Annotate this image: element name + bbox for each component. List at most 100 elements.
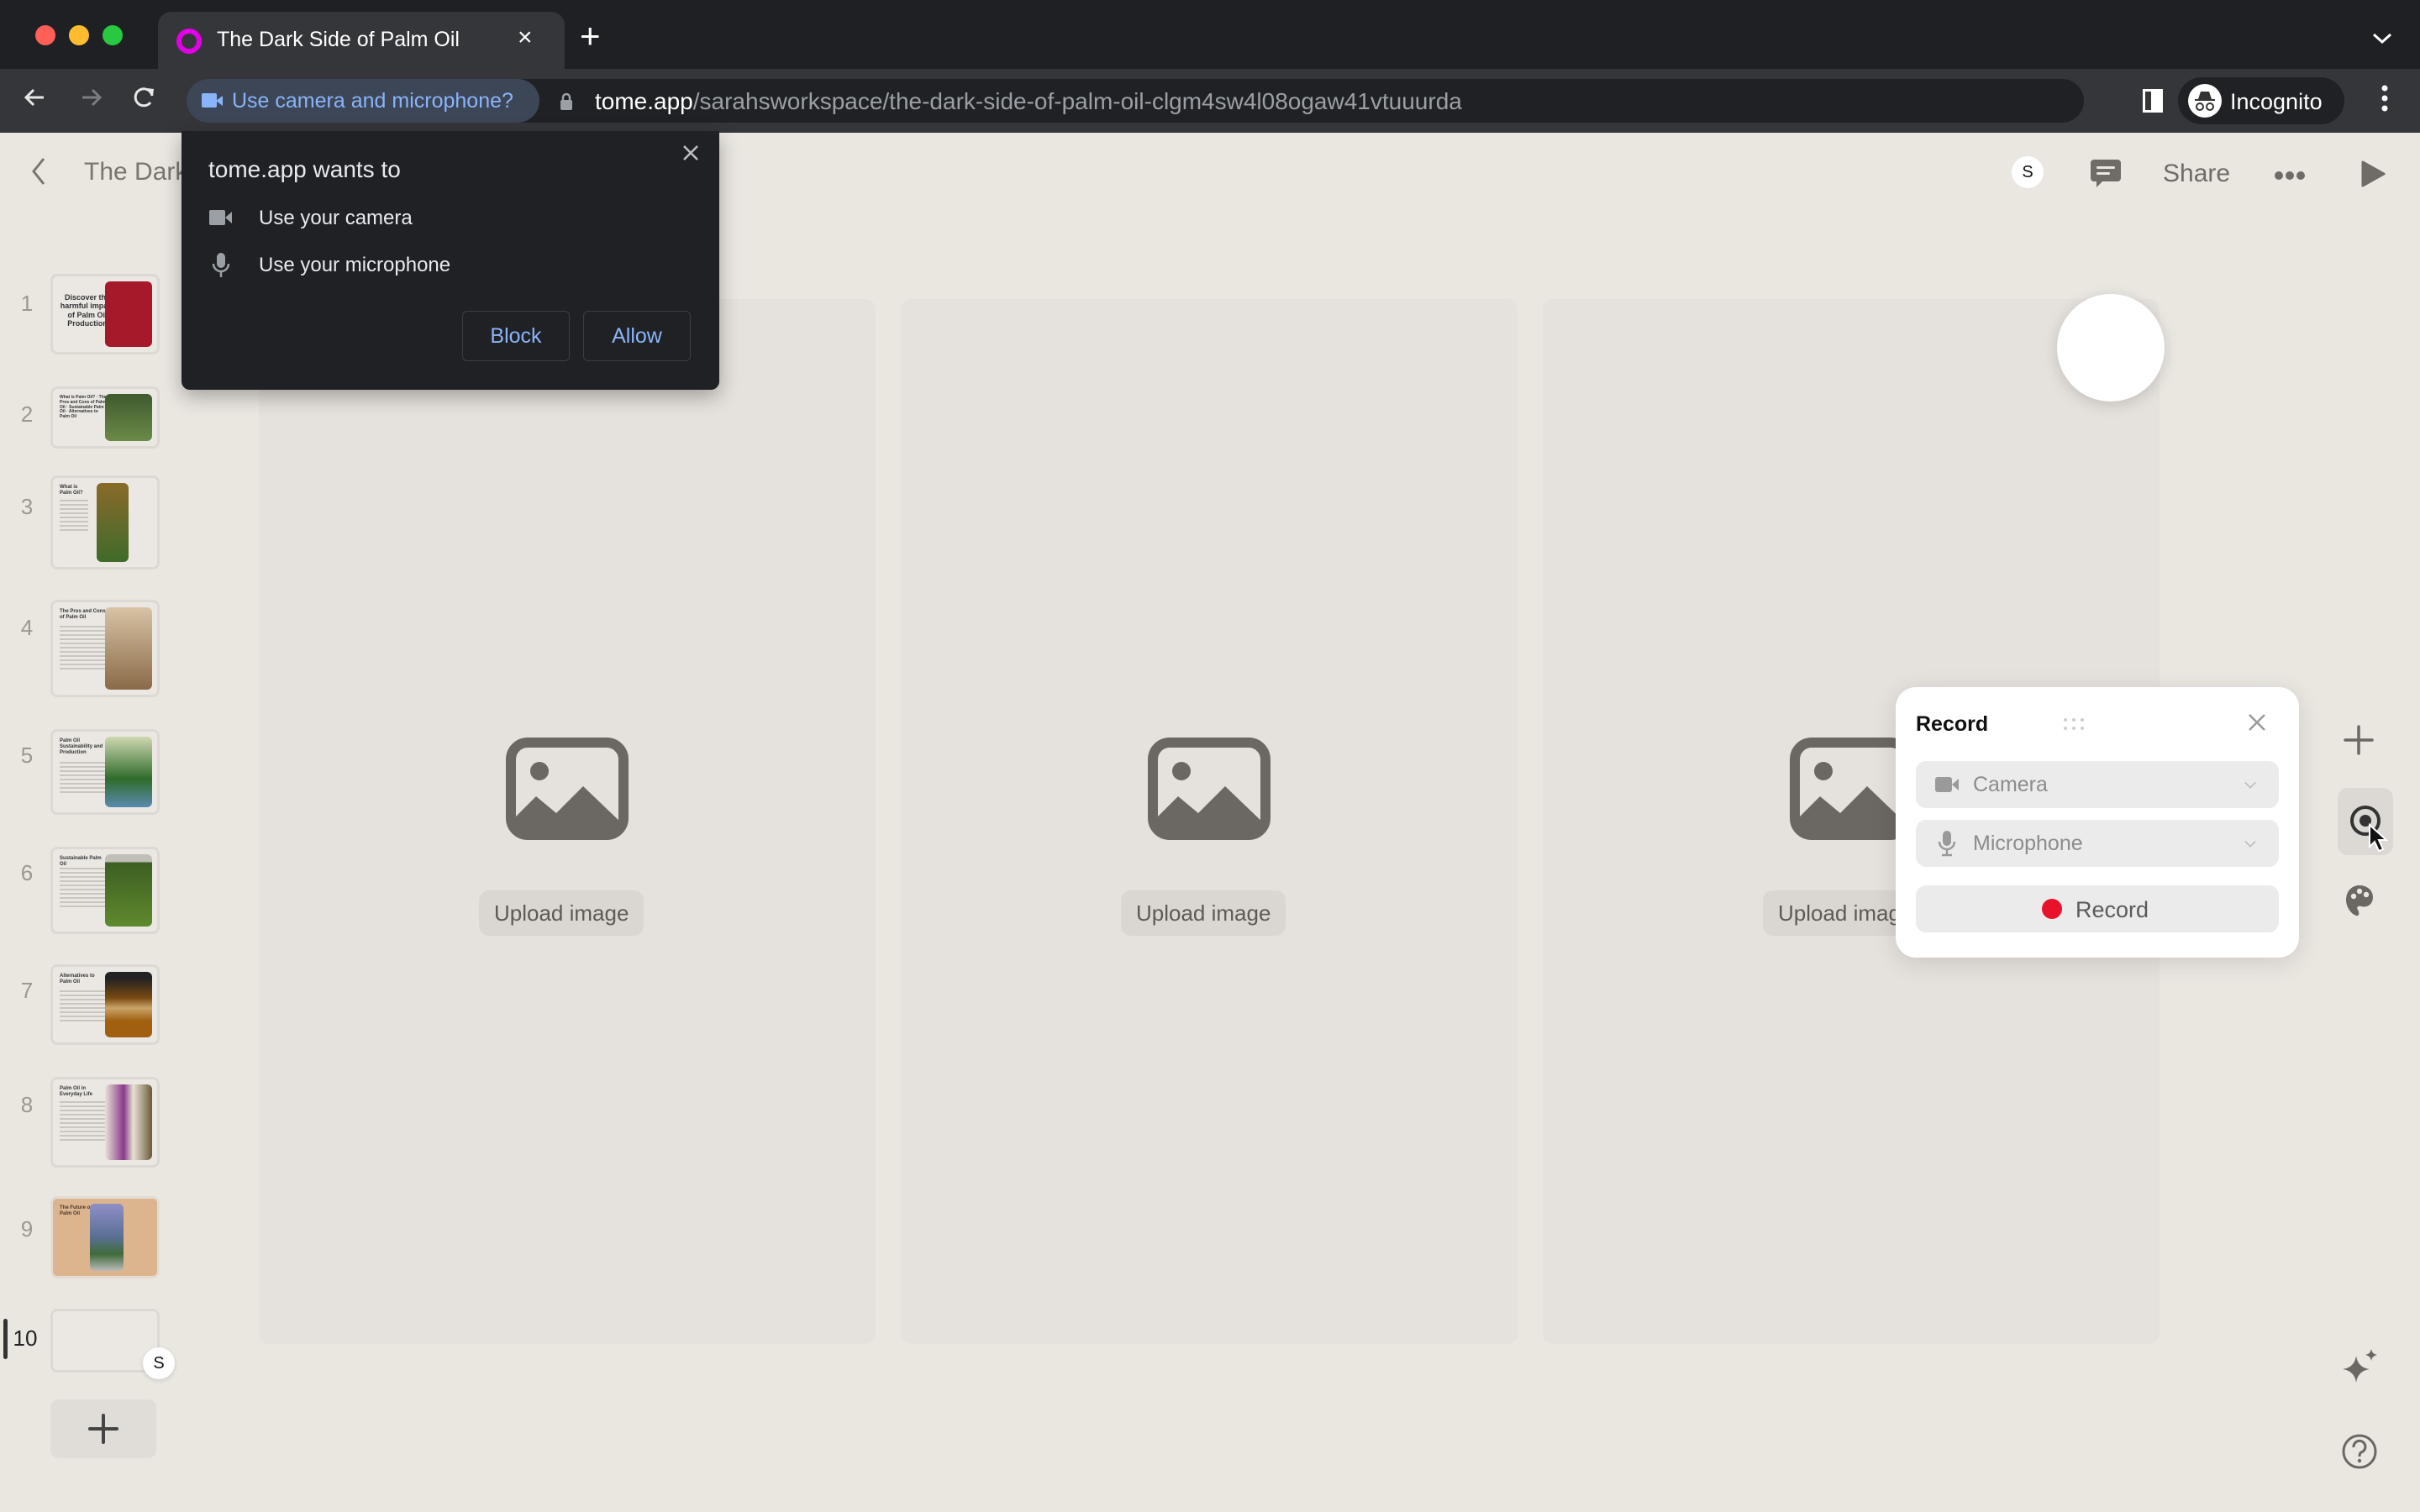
url-host: tome.app	[595, 88, 693, 114]
microphone-icon	[1938, 831, 1956, 857]
url-text[interactable]: tome.app/sarahsworkspace/the-dark-side-o…	[595, 88, 1462, 115]
slide-number: 4	[20, 615, 34, 640]
thumb-title: The Pros and Cons of Palm Oil	[60, 609, 106, 620]
tab-close-button[interactable]: ×	[518, 24, 533, 52]
window-maximize-button[interactable]	[103, 25, 123, 45]
camera-icon	[202, 93, 223, 108]
upload-image-button[interactable]: Upload image	[1121, 890, 1286, 936]
camera-select-label: Camera	[1973, 773, 2048, 796]
plus-icon	[88, 1414, 118, 1444]
slide-number: 1	[20, 291, 34, 316]
more-options-icon[interactable]	[2274, 170, 2306, 185]
user-avatar[interactable]: S	[2012, 156, 2044, 188]
camera-select[interactable]: Camera	[1916, 761, 2279, 808]
image-placeholder-icon	[1148, 738, 1270, 840]
tome-favicon-icon	[176, 29, 202, 54]
active-slide-indicator	[3, 1319, 8, 1359]
thumb-title: What is Palm Oil?	[60, 485, 83, 496]
slide-number: 2	[20, 402, 34, 427]
tab-title: The Dark Side of Palm Oil	[217, 28, 460, 51]
camera-icon	[209, 210, 232, 225]
microphone-select-label: Microphone	[1973, 832, 2083, 855]
slide-thumbnail-6[interactable]: Sustainable Palm Oil	[50, 847, 160, 934]
image-placeholder-icon	[1790, 738, 1912, 840]
thumb-title: The Future of Palm Oil	[60, 1205, 92, 1216]
side-panel-icon[interactable]	[2143, 89, 2163, 113]
block-button[interactable]: Block	[462, 311, 570, 361]
address-bar[interactable]: Use camera and microphone? tome.app/sara…	[187, 79, 2278, 123]
close-icon[interactable]	[2247, 712, 2267, 732]
slide-thumbnail-5[interactable]: Palm Oil Sustainability and Production	[50, 729, 160, 815]
slide-thumbnail-1[interactable]: Discover the harmful impact of Palm Oil …	[50, 274, 160, 354]
back-to-workspace-button[interactable]	[30, 156, 47, 191]
add-slide-button[interactable]	[50, 1399, 156, 1458]
record-panel-title: Record	[1916, 712, 1989, 736]
share-button[interactable]: Share	[2163, 160, 2230, 188]
slide-number: 8	[20, 1092, 34, 1117]
browser-tab[interactable]: The Dark Side of Palm Oil ×	[158, 12, 565, 69]
add-content-icon[interactable]	[2343, 724, 2375, 756]
thumb-image	[105, 281, 152, 347]
collaborator-avatar: S	[143, 1347, 175, 1379]
permission-item-label: Use your camera	[259, 207, 413, 229]
thumb-image	[97, 483, 129, 562]
window-close-button[interactable]	[35, 25, 55, 45]
image-tile-2[interactable]: Upload image	[901, 299, 1518, 1344]
thumb-title: Sustainable Palm Oil	[60, 856, 102, 867]
slide-thumbnail-8[interactable]: Palm Oil in Everyday Life	[50, 1077, 160, 1168]
incognito-profile-button[interactable]: Incognito	[2178, 77, 2344, 124]
record-dot-icon	[2042, 899, 2062, 919]
slide-thumbnail-2[interactable]: What is Palm Oil? · The Pros and Cons of…	[50, 386, 160, 449]
thumb-image	[105, 737, 152, 807]
back-button[interactable]	[22, 84, 49, 116]
incognito-icon	[2188, 84, 2222, 118]
thumb-title: Palm Oil Sustainability and Production	[60, 738, 103, 755]
thumb-image	[105, 1084, 152, 1160]
permission-prompt: tome.app wants to Use your camera Use yo…	[182, 131, 719, 390]
window-minimize-button[interactable]	[69, 25, 89, 45]
permission-prompt-close-button[interactable]	[682, 139, 699, 168]
thumb-image	[105, 394, 152, 441]
mouse-cursor-icon	[2369, 823, 2389, 853]
tab-search-chevron-icon[interactable]	[2371, 25, 2393, 51]
slide-thumbnail-3[interactable]: What is Palm Oil?	[50, 475, 160, 570]
ai-sparkle-icon[interactable]	[2341, 1347, 2380, 1388]
camera-icon	[1935, 777, 1959, 792]
slide-number: 7	[20, 978, 34, 1003]
microphone-select[interactable]: Microphone	[1916, 820, 2279, 867]
permission-item-label: Use your microphone	[259, 254, 451, 276]
incognito-label: Incognito	[2230, 89, 2323, 114]
allow-button[interactable]: Allow	[583, 311, 691, 361]
record-button-label: Record	[2075, 897, 2149, 922]
slide-number: 9	[20, 1216, 34, 1242]
permission-prompt-title: tome.app wants to	[208, 156, 401, 182]
slide-number: 5	[20, 743, 34, 768]
image-tile-1[interactable]: Upload image	[259, 299, 876, 1344]
browser-tab-bar: The Dark Side of Palm Oil × +	[0, 0, 2420, 69]
thumb-title: Alternatives to Palm Oil	[60, 974, 95, 984]
thumb-title: Palm Oil in Everyday Life	[60, 1086, 93, 1097]
thumb-image	[90, 1204, 124, 1271]
slide-thumbnail-7[interactable]: Alternatives to Palm Oil	[50, 964, 160, 1045]
thumb-image	[105, 854, 152, 927]
help-icon[interactable]	[2341, 1433, 2378, 1470]
camera-preview-bubble[interactable]	[2057, 294, 2165, 402]
lock-icon[interactable]	[560, 92, 573, 110]
thumb-title: What is Palm Oil? · The Pros and Cons of…	[60, 395, 107, 419]
browser-menu-icon[interactable]	[2381, 84, 2388, 118]
upload-image-button[interactable]: Upload image	[479, 890, 644, 936]
chevron-down-icon	[2244, 777, 2256, 789]
slide-number: 10	[13, 1326, 38, 1351]
slide-thumbnail-4[interactable]: The Pros and Cons of Palm Oil	[50, 600, 160, 697]
permission-request-chip[interactable]: Use camera and microphone?	[187, 79, 539, 123]
browser-toolbar: Use camera and microphone? tome.app/sara…	[0, 69, 2420, 133]
theme-palette-icon[interactable]	[2344, 884, 2375, 917]
slide-thumbnail-9[interactable]: The Future of Palm Oil	[50, 1196, 160, 1278]
present-play-icon[interactable]	[2360, 160, 2386, 192]
new-tab-button[interactable]: +	[580, 18, 601, 54]
comments-icon[interactable]	[2089, 158, 2123, 194]
reload-button[interactable]	[131, 84, 158, 116]
drag-handle-icon[interactable]	[2062, 716, 2086, 732]
start-recording-button[interactable]: Record	[1916, 885, 2279, 932]
forward-button[interactable]	[77, 84, 104, 116]
